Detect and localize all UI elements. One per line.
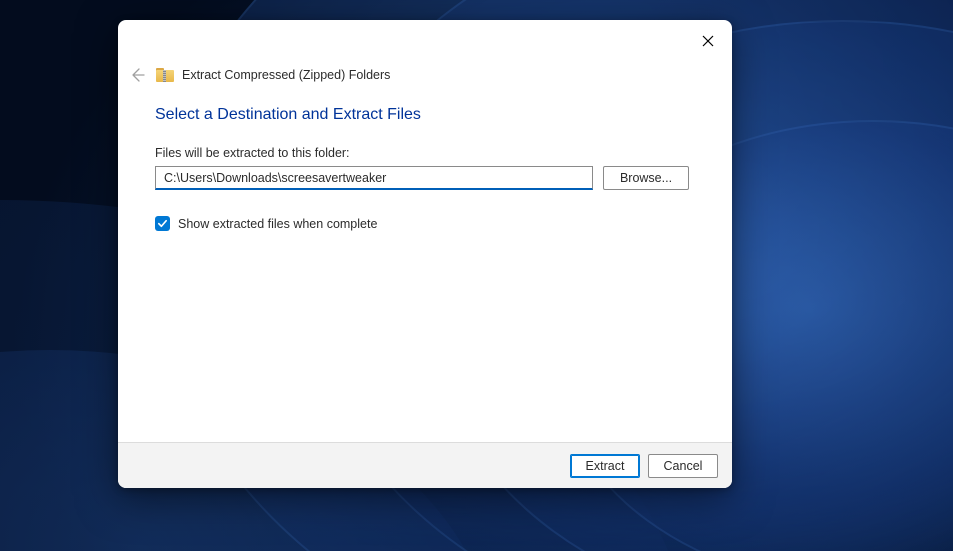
show-extracted-label[interactable]: Show extracted files when complete bbox=[178, 217, 377, 231]
dialog-header: Extract Compressed (Zipped) Folders bbox=[118, 62, 732, 88]
content-heading: Select a Destination and Extract Files bbox=[155, 106, 695, 124]
dialog-footer: Extract Cancel bbox=[118, 442, 732, 488]
show-extracted-option: Show extracted files when complete bbox=[155, 216, 695, 231]
checkmark-icon bbox=[157, 218, 168, 229]
back-arrow-icon bbox=[129, 67, 145, 83]
close-icon bbox=[702, 35, 714, 47]
back-button[interactable] bbox=[126, 64, 148, 86]
destination-row: Browse... bbox=[155, 166, 695, 190]
zipped-folder-icon bbox=[156, 68, 174, 83]
browse-button[interactable]: Browse... bbox=[603, 166, 689, 190]
show-extracted-checkbox[interactable] bbox=[155, 216, 170, 231]
destination-label: Files will be extracted to this folder: bbox=[155, 146, 695, 160]
dialog-titlebar bbox=[118, 20, 732, 62]
cancel-button[interactable]: Cancel bbox=[648, 454, 718, 478]
destination-path-input[interactable] bbox=[155, 166, 593, 190]
dialog-title: Extract Compressed (Zipped) Folders bbox=[182, 68, 390, 82]
extract-dialog: Extract Compressed (Zipped) Folders Sele… bbox=[118, 20, 732, 488]
close-button[interactable] bbox=[686, 26, 730, 56]
extract-button[interactable]: Extract bbox=[570, 454, 640, 478]
dialog-content: Select a Destination and Extract Files F… bbox=[118, 88, 732, 442]
